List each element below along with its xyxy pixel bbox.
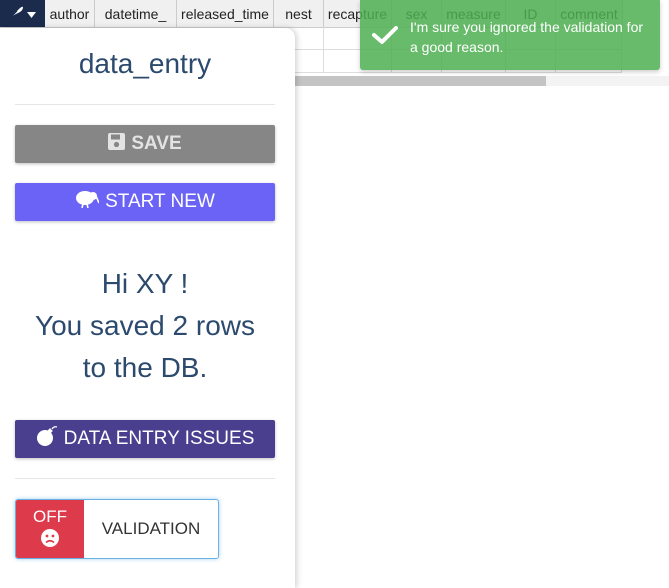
validation-toggle-label: VALIDATION — [101, 519, 201, 538]
divider — [15, 104, 275, 105]
sad-face-icon — [41, 528, 59, 552]
greeting-line: You saved 2 rows — [35, 310, 255, 341]
column-header-released-time[interactable]: released_time — [177, 0, 274, 27]
sidebar-title: data_entry — [78, 48, 212, 79]
cell-divider — [323, 27, 324, 73]
scrollbar-thumb[interactable] — [295, 76, 546, 86]
start-new-button[interactable]: START NEW — [15, 183, 275, 221]
kiwi-bird-icon — [75, 190, 100, 214]
greeting-line: Hi XY ! — [101, 268, 189, 299]
greeting-line: to the DB. — [82, 352, 208, 383]
bomb-icon — [36, 426, 58, 452]
success-toast[interactable]: I'm sure you ignored the validation for … — [360, 0, 660, 70]
sidebar: data_entry SAVE START NEW Hi XY ! You sa… — [0, 28, 295, 588]
validation-toggle-state: OFF — [16, 500, 84, 558]
caret-down-icon — [26, 5, 36, 23]
checkmark-icon — [360, 0, 410, 70]
save-button[interactable]: SAVE — [15, 125, 275, 163]
data-entry-issues-label: DATA ENTRY ISSUES — [63, 428, 255, 449]
horizontal-scrollbar[interactable] — [295, 76, 669, 86]
floppy-disk-icon — [108, 132, 126, 156]
save-button-label: SAVE — [131, 133, 182, 154]
feather-icon — [10, 5, 24, 23]
column-header-author[interactable]: author — [45, 0, 95, 27]
column-header-nest[interactable]: nest — [274, 0, 324, 27]
divider — [15, 478, 275, 479]
column-header-datetime[interactable]: datetime_ — [95, 0, 177, 27]
toast-message: I'm sure you ignored the validation for … — [410, 19, 644, 55]
validation-toggle[interactable]: OFF VALIDATION — [15, 499, 219, 559]
grid-corner-menu[interactable] — [0, 0, 45, 27]
start-new-button-label: START NEW — [105, 191, 215, 212]
toggle-state-label: OFF — [33, 506, 67, 526]
data-entry-issues-button[interactable]: DATA ENTRY ISSUES — [15, 420, 275, 458]
greeting-message: Hi XY ! You saved 2 rows to the DB. — [15, 263, 275, 389]
